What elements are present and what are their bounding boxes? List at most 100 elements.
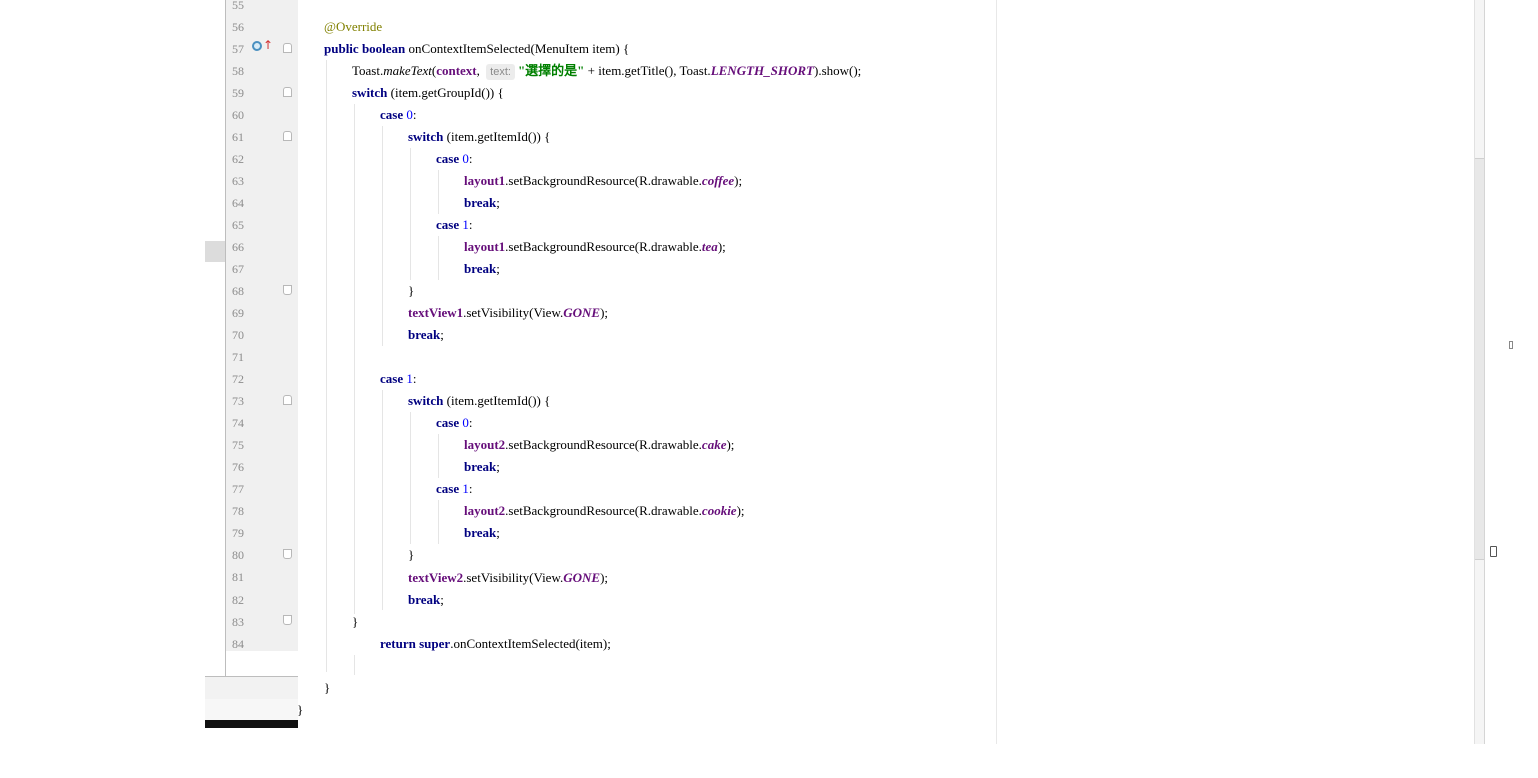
code-line: break; (408, 589, 444, 611)
keyword: switch (352, 85, 388, 100)
field: layout2 (464, 503, 506, 518)
code-text: Toast. (352, 63, 384, 78)
device-icon[interactable] (1490, 546, 1497, 557)
code-line: } (408, 544, 414, 566)
code-text: ).show(); (813, 63, 862, 78)
code-line: case 0: (380, 104, 416, 126)
code-text: .setVisibility(View. (463, 570, 564, 585)
code-line: case 0: (436, 412, 472, 434)
code-text: (item.getItemId()) { (443, 393, 551, 408)
code-line: break; (464, 522, 500, 544)
static-constant: cake (701, 437, 727, 452)
code-line: layout2.setBackgroundResource(R.drawable… (464, 434, 734, 456)
code-text: + item.getTitle(), Toast. (584, 63, 711, 78)
keyword: case (436, 217, 460, 232)
code-line: } (352, 611, 358, 633)
keyword: break (464, 261, 497, 276)
code-text: } (297, 702, 304, 717)
code-text: ; (440, 327, 444, 342)
keyword: case (380, 107, 404, 122)
code-text: .setBackgroundResource(R.drawable. (505, 437, 702, 452)
code-text: ); (600, 570, 609, 585)
code-text: ; (440, 592, 444, 607)
keyword: case (436, 481, 460, 496)
keyword: case (436, 151, 460, 166)
code-text: .setVisibility(View. (463, 305, 564, 320)
scrollbar-thumb[interactable] (1475, 158, 1484, 560)
field: layout1 (464, 239, 506, 254)
code-line: break; (464, 456, 500, 478)
code-text: : (468, 217, 473, 232)
keyword: switch (408, 393, 444, 408)
code-editor[interactable]: @Override public boolean onContextItemSe… (0, 0, 1000, 778)
code-text: ; (496, 525, 500, 540)
code-text: ; (496, 261, 500, 276)
code-line: case 0: (436, 148, 472, 170)
code-text: } (408, 547, 415, 562)
keyword: case (436, 415, 460, 430)
keyword: break (464, 195, 497, 210)
tool-window-tab-icon[interactable] (1509, 341, 1513, 349)
code-line: @Override (324, 16, 382, 38)
code-line: switch (item.getItemId()) { (408, 126, 550, 148)
static-constant: LENGTH_SHORT (710, 63, 814, 78)
code-line: return super.onContextItemSelected(item)… (380, 633, 611, 655)
keyword: break (408, 592, 441, 607)
keyword: break (464, 525, 497, 540)
indent-guide (354, 655, 355, 675)
code-line: } (408, 280, 414, 302)
static-constant: tea (701, 239, 718, 254)
code-text: ); (717, 239, 726, 254)
code-line: case 1: (380, 368, 416, 390)
code-text: ; (496, 459, 500, 474)
code-line: layout1.setBackgroundResource(R.drawable… (464, 236, 726, 258)
string-literal: "選擇的是" (517, 63, 585, 78)
keyword: boolean (361, 41, 406, 56)
field: textView2 (408, 570, 464, 585)
code-line: switch (item.getItemId()) { (408, 390, 550, 412)
keyword: break (408, 327, 441, 342)
indent-guide (438, 170, 439, 214)
code-text: ); (734, 173, 743, 188)
tool-window-strip (1484, 0, 1485, 744)
code-line: case 1: (436, 478, 472, 500)
code-text: , (476, 63, 484, 78)
code-text: ); (736, 503, 745, 518)
code-line: } (297, 699, 303, 721)
keyword: public (324, 41, 359, 56)
code-text: .onContextItemSelected(item); (450, 636, 611, 651)
code-text: ); (726, 437, 735, 452)
parameter-hint: text: (486, 64, 515, 80)
code-line: layout1.setBackgroundResource(R.drawable… (464, 170, 742, 192)
indent-guide (410, 148, 411, 280)
field: layout2 (464, 437, 506, 452)
static-constant: cookie (701, 503, 737, 518)
code-text: ); (600, 305, 609, 320)
field: context (436, 63, 477, 78)
code-line: textView2.setVisibility(View.GONE); (408, 567, 608, 589)
annotation: @Override (324, 19, 383, 34)
code-text: .setBackgroundResource(R.drawable. (505, 239, 702, 254)
indent-guide (438, 236, 439, 280)
code-text: ; (496, 195, 500, 210)
indent-guide (438, 500, 439, 544)
code-text: (item.getItemId()) { (443, 129, 551, 144)
code-line: switch (item.getGroupId()) { (352, 82, 504, 104)
code-text: : (412, 371, 417, 386)
indent-guide (326, 60, 327, 672)
code-line: case 1: (436, 214, 472, 236)
indent-guide (382, 126, 383, 346)
code-text: .setBackgroundResource(R.drawable. (505, 503, 702, 518)
indent-guide (438, 434, 439, 478)
code-text: } (352, 614, 359, 629)
code-line: layout2.setBackgroundResource(R.drawable… (464, 500, 745, 522)
code-text: onContextItemSelected(MenuItem item) { (405, 41, 630, 56)
field: textView1 (408, 305, 464, 320)
static-method: makeText (383, 63, 432, 78)
code-line: textView1.setVisibility(View.GONE); (408, 302, 608, 324)
code-text: .setBackgroundResource(R.drawable. (505, 173, 702, 188)
code-line: break; (408, 324, 444, 346)
code-text: } (408, 283, 415, 298)
indent-guide (410, 412, 411, 544)
keyword: switch (408, 129, 444, 144)
